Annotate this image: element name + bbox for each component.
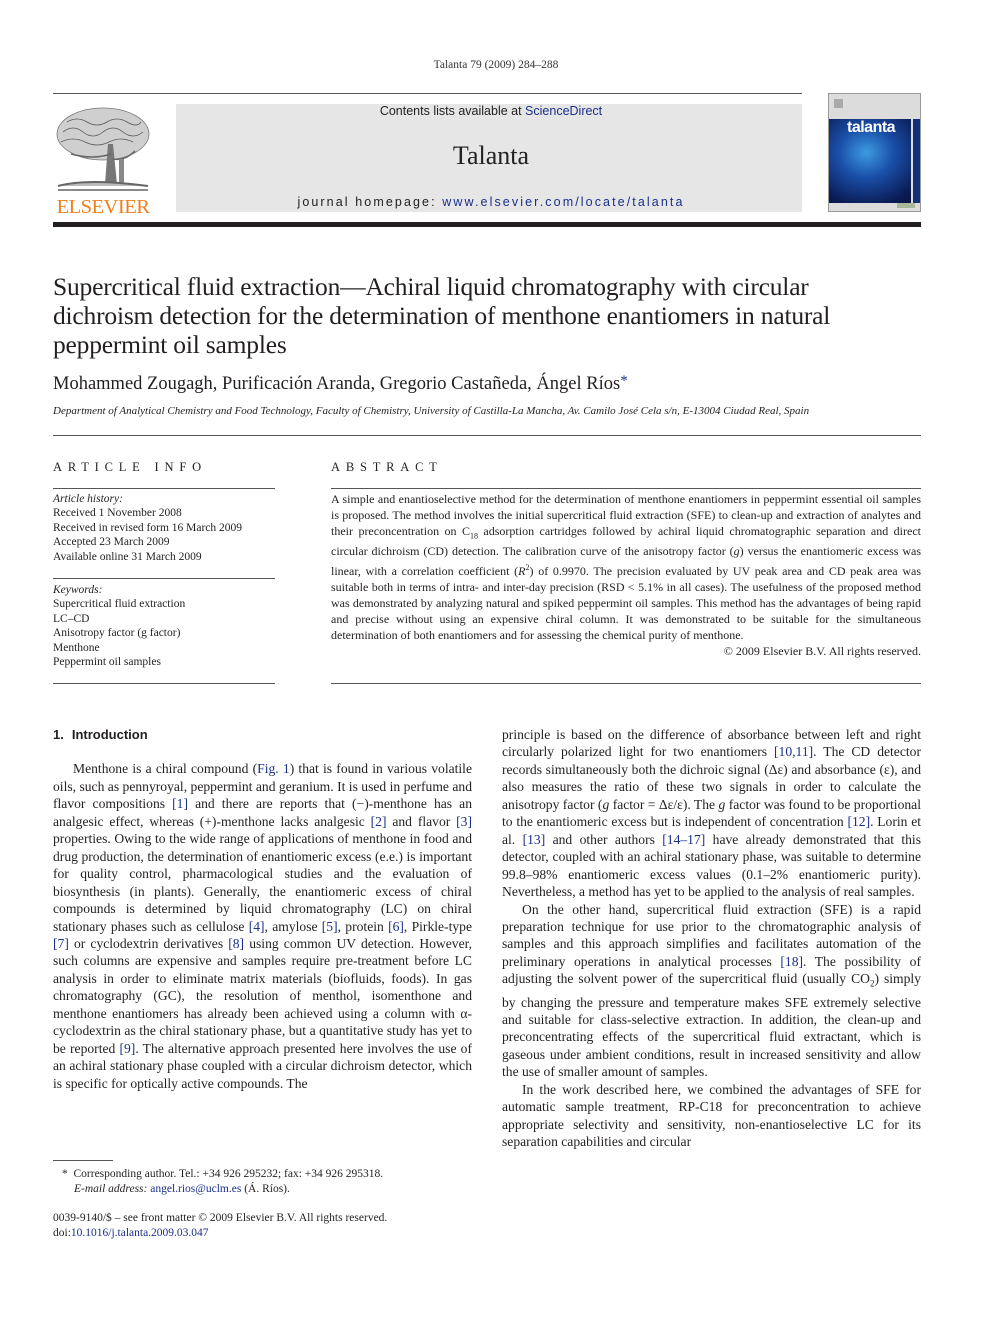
reference-link[interactable]: [9] [119,1041,135,1056]
header-thick-rule [53,222,921,227]
abstract-copyright: © 2009 Elsevier B.V. All rights reserved… [723,643,921,658]
reference-link[interactable]: [10,11] [774,744,813,759]
author-list: Mohammed Zougagh, Purificación Aranda, G… [53,373,628,395]
reference-link[interactable]: [14–17] [662,832,705,847]
divider [331,683,921,684]
journal-cover-image[interactable]: talanta [828,93,921,212]
elsevier-wordmark: ELSEVIER [56,196,150,218]
divider [53,683,275,684]
keyword-item: Supercritical fluid extraction [53,598,186,611]
cover-title: talanta [847,119,896,136]
intro-paragraph-2: On the other hand, supercritical fluid e… [502,901,921,1081]
sciencedirect-link[interactable]: ScienceDirect [525,104,602,118]
contents-line: Contents lists available at ScienceDirec… [176,104,806,118]
section-number: 1. [53,727,64,742]
email-label: E-mail address: [74,1183,148,1195]
intro-paragraph-1-continued: principle is based on the difference of … [502,726,921,901]
divider [53,488,275,489]
doi-prefix: doi: [53,1227,71,1239]
reference-link[interactable]: [5] [322,919,338,934]
text-segment: , amylose [264,918,322,934]
text-segment: Menthone is a chiral compound ( [73,761,258,777]
text-segment: ) simply by changing the pressure and te… [502,971,921,1080]
abstract-heading: ABSTRACT [331,460,443,474]
homepage-prefix: journal homepage: [297,195,443,209]
footnote-rule [53,1160,113,1161]
footnote-mark: * [62,1168,68,1180]
article-history: Article history: Received 1 November 200… [53,492,242,564]
reference-link[interactable]: [6] [388,919,404,934]
text-segment: and other authors [545,831,663,847]
history-item: Received 1 November 2008 [53,507,182,520]
email-suffix: (Á. Ríos). [241,1183,290,1195]
corresponding-author-mark[interactable]: * [620,373,628,389]
issn-line: 0039-9140/$ – see front matter © 2009 El… [53,1212,388,1224]
journal-banner: Contents lists available at ScienceDirec… [176,104,802,212]
abstract-text: A simple and enantioselective method for… [331,492,921,644]
divider [53,435,921,436]
affiliation: Department of Analytical Chemistry and F… [53,405,810,417]
keyword-item: LC–CD [53,612,90,625]
section-title: Introduction [71,727,148,742]
history-item: Received in revised form 16 March 2009 [53,521,243,534]
history-label: Article history: [53,493,123,505]
reference-link[interactable]: [8] [228,936,244,951]
corresponding-author-footnote: * Corresponding author. Tel.: +34 926 29… [62,1167,383,1197]
keyword-item: Anisotropy factor (g factor) [53,627,181,640]
subscript: 18 [469,531,478,541]
r-symbol: R [518,564,526,579]
reference-link[interactable]: [18] [780,954,803,969]
article-info-heading: ARTICLE INFO [53,460,207,474]
footnote-text: Corresponding author. Tel.: +34 926 2952… [73,1168,384,1180]
reference-link[interactable]: [4] [249,919,265,934]
text-segment: factor = Δε/ε). The [609,796,719,812]
homepage-line: journal homepage: www.elsevier.com/locat… [176,195,806,209]
keyword-item: Peppermint oil samples [53,656,161,669]
reference-link[interactable]: [2] [371,814,387,829]
reference-link[interactable]: [1] [172,796,188,811]
journal-citation: Talanta 79 (2009) 284–288 [433,59,559,71]
keywords-label: Keywords: [53,584,103,596]
figure-link[interactable]: Fig. 1 [257,761,290,776]
text-segment: or cyclodextrin derivatives [68,935,229,951]
journal-homepage-link[interactable]: www.elsevier.com/locate/talanta [442,195,684,209]
divider [331,488,921,489]
doi-link[interactable]: 10.1016/j.talanta.2009.03.047 [71,1227,209,1239]
cover-footer-logo [897,203,915,208]
divider [53,578,275,579]
body-column-left: 1. Introduction Menthone is a chiral comp… [53,726,472,1092]
article-title: Supercritical fluid extraction—Achiral l… [53,272,831,359]
cover-side-art [911,119,920,203]
text-segment: and flavor [386,813,457,829]
reference-link[interactable]: [3] [456,814,472,829]
abstract-body: A simple and enantioselective method for… [331,492,921,659]
keyword-item: Menthone [53,641,100,654]
reference-link[interactable]: [13] [523,832,546,847]
history-item: Available online 31 March 2009 [53,550,202,563]
cover-publisher-icon [834,99,843,108]
text-segment: , Pirkle-type [403,918,472,934]
journal-name: Talanta [452,141,530,170]
section-heading-introduction: 1. Introduction [53,726,472,743]
reference-link[interactable]: [12] [847,814,870,829]
intro-paragraph-1: Menthone is a chiral compound (Fig. 1) t… [53,760,472,1092]
keywords: Keywords: Supercritical fluid extraction… [53,583,185,669]
text-segment: using common UV detection. However, such… [53,935,472,1056]
elsevier-logo[interactable]: ELSEVIER [53,104,153,218]
text-segment: , protein [337,918,389,934]
header-rule [53,93,802,94]
elsevier-tree-icon [56,107,150,191]
intro-paragraph-3: In the work described here, we combined … [502,1081,921,1150]
reference-link[interactable]: [7] [53,936,69,951]
front-matter: 0039-9140/$ – see front matter © 2009 El… [53,1211,387,1241]
body-column-right: principle is based on the difference of … [502,726,921,1151]
contents-prefix: Contents lists available at [379,104,526,118]
authors-text: Mohammed Zougagh, Purificación Aranda, G… [53,374,621,394]
history-item: Accepted 23 March 2009 [53,536,170,549]
email-link[interactable]: angel.rios@uclm.es [150,1183,241,1195]
